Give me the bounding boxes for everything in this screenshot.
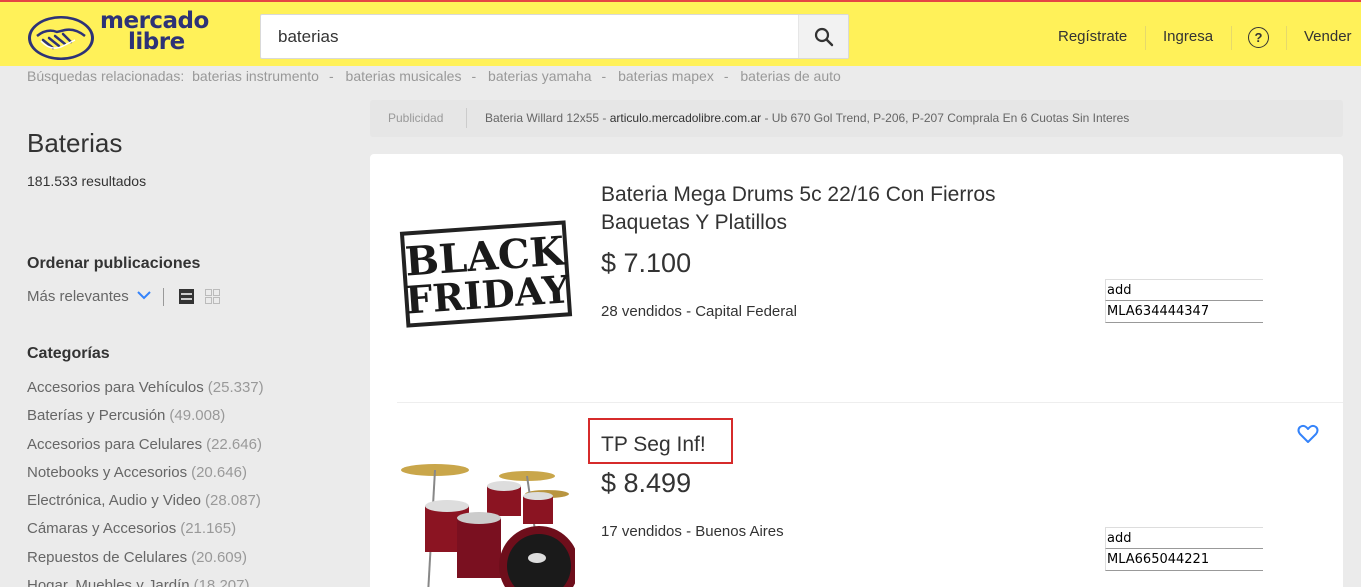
results-list: BLACK FRIDAY Bateria Mega Drums 5c 22/16… [370, 154, 1343, 587]
product-meta: 17 vendidos - Buenos Aires [601, 523, 784, 540]
table-cell: MLA634444347 [1105, 301, 1263, 323]
nav-divider [1145, 26, 1146, 50]
table-cell: add [1105, 527, 1263, 549]
search-icon [814, 27, 833, 46]
category-item[interactable]: Electrónica, Audio y Video (28.087) [27, 492, 264, 520]
logo-wordmark: mercado libre [100, 8, 209, 55]
product-price: $ 7.100 [601, 248, 692, 278]
list-view-icon[interactable] [179, 289, 194, 304]
sort-value: Más relevantes [27, 288, 129, 305]
category-item[interactable]: Repuestos de Celulares (20.609) [27, 549, 264, 577]
table-cell: MLA665044221 [1105, 549, 1263, 571]
product-title[interactable]: TP Seg Inf! [601, 431, 1031, 459]
ad-label: Publicidad [388, 111, 444, 125]
results-count: 181.533 resultados [27, 173, 147, 189]
black-friday-image: BLACK FRIDAY [399, 220, 573, 328]
heart-icon[interactable] [1297, 424, 1319, 444]
register-link[interactable]: Regístrate [1058, 28, 1127, 45]
sell-link[interactable]: Vender [1304, 28, 1352, 45]
header: mercado libre Regístrate Ingresa ? Vende… [0, 0, 1361, 66]
grid-view-icon[interactable] [205, 289, 220, 304]
related-link[interactable]: baterias musicales [346, 68, 462, 84]
product-price: $ 8.499 [601, 468, 692, 498]
chevron-down-icon [137, 290, 151, 299]
sort-heading: Ordenar publicaciones [27, 255, 201, 272]
category-list: Accesorios para Vehículos (25.337) Baterí… [27, 379, 264, 587]
product-meta: 28 vendidos - Capital Federal [601, 303, 797, 320]
help-icon[interactable]: ? [1248, 27, 1269, 48]
category-item[interactable]: Accesorios para Celulares (22.646) [27, 436, 264, 464]
category-item[interactable]: Hogar, Muebles y Jardín (18.207) [27, 577, 264, 587]
search-button[interactable] [798, 15, 848, 58]
related-link[interactable]: baterias mapex [618, 68, 714, 84]
ad-text[interactable]: Bateria Willard 12x55 - articulo.mercado… [485, 111, 1129, 125]
sort-dropdown[interactable]: Más relevantes [27, 288, 151, 305]
page-title: Baterias [27, 128, 123, 158]
item-id-table: add MLA634444347 [1105, 279, 1263, 323]
item-divider [397, 402, 1343, 403]
product-image[interactable] [397, 434, 575, 587]
categories-heading: Categorías [27, 345, 110, 362]
related-searches: Búsquedas relacionadas: baterias instrum… [27, 68, 841, 84]
handshake-logo-icon [28, 16, 94, 60]
category-item[interactable]: Baterías y Percusión (49.008) [27, 407, 264, 435]
nav-divider [1286, 26, 1287, 50]
related-link[interactable]: baterias instrumento [192, 68, 319, 84]
related-link[interactable]: baterias yamaha [488, 68, 592, 84]
product-title[interactable]: Bateria Mega Drums 5c 22/16 Con Fierros … [601, 181, 1031, 237]
mercadolibre-logo[interactable]: mercado libre [27, 8, 209, 62]
related-link[interactable]: baterias de auto [740, 68, 840, 84]
category-item[interactable]: Cámaras y Accesorios (21.165) [27, 520, 264, 548]
product-image[interactable]: BLACK FRIDAY [397, 168, 575, 346]
item-id-table: add MLA665044221 [1105, 527, 1263, 571]
related-label: Búsquedas relacionadas: [27, 68, 185, 84]
ad-banner[interactable]: Publicidad Bateria Willard 12x55 - artic… [370, 100, 1343, 137]
drum-kit-image [401, 464, 575, 587]
ad-divider [466, 108, 467, 128]
table-cell: add [1105, 279, 1263, 301]
search-box [260, 14, 849, 59]
login-link[interactable]: Ingresa [1163, 28, 1213, 45]
search-input[interactable] [261, 15, 799, 58]
nav-divider [1231, 26, 1232, 50]
category-item[interactable]: Accesorios para Vehículos (25.337) [27, 379, 264, 407]
sort-divider [163, 288, 164, 306]
category-item[interactable]: Notebooks y Accesorios (20.646) [27, 464, 264, 492]
